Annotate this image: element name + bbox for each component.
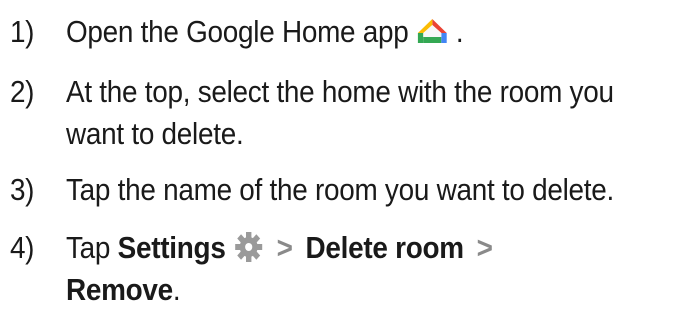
remove-label: Remove bbox=[66, 272, 173, 307]
step-1-period: . bbox=[455, 14, 464, 49]
step-2-line-1: At the top, select the home with the roo… bbox=[66, 74, 614, 109]
google-home-icon bbox=[416, 17, 448, 55]
delete-room-label: Delete room bbox=[305, 230, 464, 265]
chevron-right-icon: > bbox=[276, 230, 293, 265]
step-4-line-2: Remove. bbox=[66, 272, 181, 308]
gear-icon bbox=[233, 231, 264, 271]
instruction-steps: 1) Open the Google Home app . 2) At the bbox=[0, 0, 678, 311]
step-number: 3) bbox=[10, 172, 34, 207]
step-number: 1) bbox=[10, 14, 34, 49]
step-4-period: . bbox=[172, 272, 181, 307]
settings-label: Settings bbox=[117, 230, 226, 265]
step-3-text: Tap the name of the room you want to del… bbox=[66, 172, 615, 207]
step-number: 4) bbox=[10, 230, 34, 265]
step-2-line-2: want to delete. bbox=[66, 116, 244, 151]
chevron-right-icon: > bbox=[476, 230, 493, 265]
step-number: 2) bbox=[10, 74, 34, 109]
step-4-line-1: Tap Settings > Delete room > bbox=[66, 230, 498, 271]
step-4-tap: Tap bbox=[66, 230, 111, 265]
step-text: Open the Google Home app . bbox=[66, 14, 464, 55]
step-1-text: Open the Google Home app bbox=[66, 14, 409, 49]
